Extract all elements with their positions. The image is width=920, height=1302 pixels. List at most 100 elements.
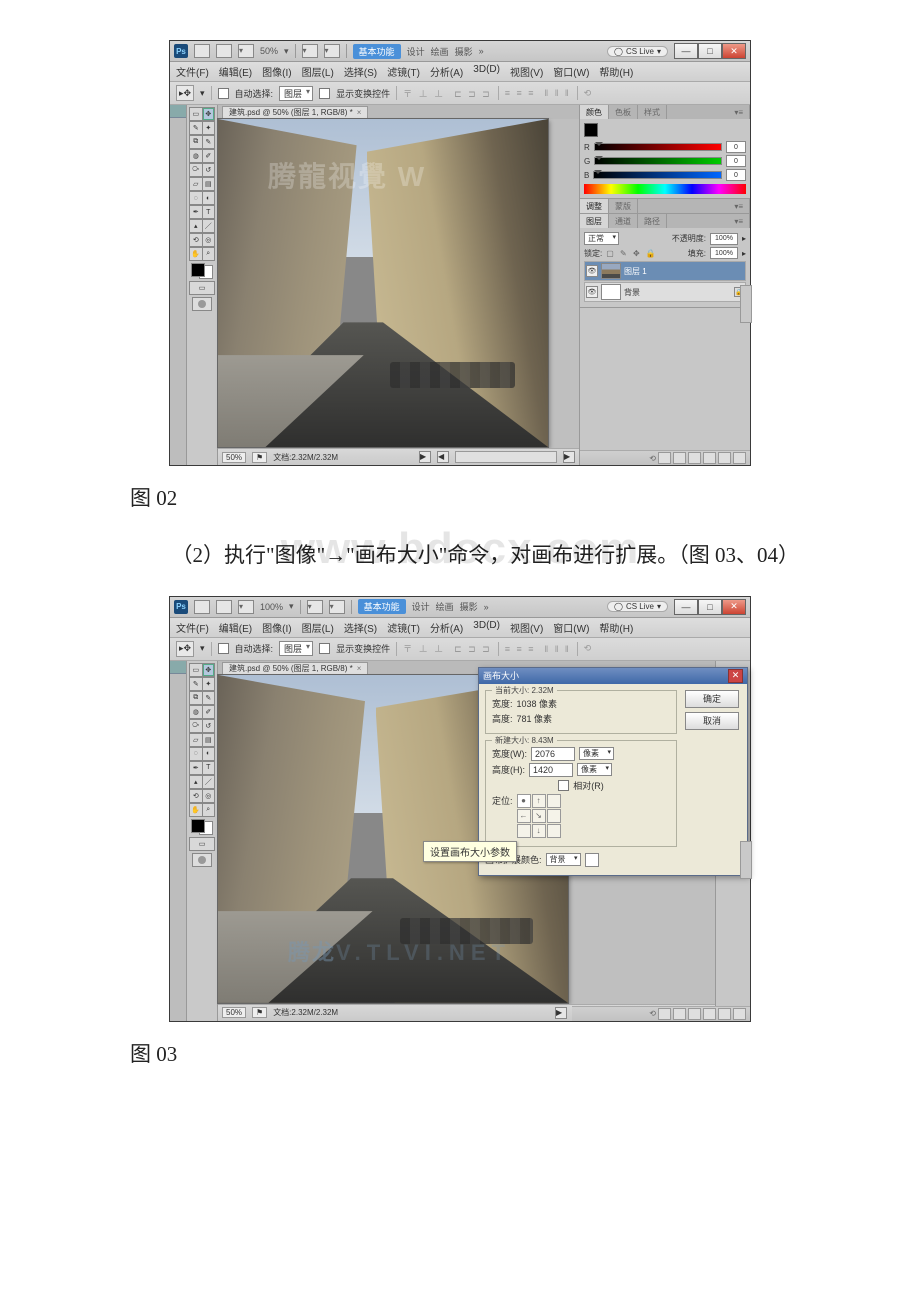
extension-color-swatch[interactable]	[585, 853, 599, 867]
status-flag-icon[interactable]: ⚑	[252, 1007, 267, 1018]
close-tab-icon[interactable]: ×	[357, 664, 362, 673]
tool-line[interactable]: ／	[203, 775, 216, 789]
tool-stamp[interactable]: ⧂	[189, 719, 203, 733]
tool-dodge[interactable]: ◐	[203, 191, 216, 205]
link-layers-icon[interactable]: ⟲	[649, 1009, 656, 1018]
menu-select[interactable]: 选择(S)	[344, 620, 377, 635]
status-play-icon[interactable]: ▶	[419, 451, 431, 463]
dialog-close-button[interactable]: ✕	[728, 669, 743, 683]
anchor-br[interactable]	[547, 824, 561, 838]
menu-3d[interactable]: 3D(D)	[473, 64, 500, 79]
menu-help[interactable]: 帮助(H)	[599, 64, 633, 79]
document-tab[interactable]: 建筑.psd @ 50% (图层 1, RGB/8) * ×	[222, 106, 368, 118]
extras-dropdown[interactable]	[329, 600, 345, 614]
tool-crop[interactable]: ⧉	[189, 691, 203, 705]
tool-lasso[interactable]: ✎	[189, 677, 203, 691]
menu-window[interactable]: 窗口(W)	[553, 64, 589, 79]
minibridge-icon[interactable]	[216, 44, 232, 58]
tool-3d-camera[interactable]: ◎	[203, 233, 216, 247]
tool-eraser[interactable]: ▱	[189, 733, 203, 747]
image-canvas[interactable]: 腾龍视覺 W	[218, 119, 548, 447]
tool-hand[interactable]: ✋	[189, 803, 203, 817]
screen-mode-dropdown[interactable]	[238, 44, 254, 58]
group-icon[interactable]	[703, 1008, 716, 1020]
tool-line[interactable]: ／	[203, 219, 216, 233]
height-unit-dropdown[interactable]: 像素	[577, 763, 612, 776]
anchor-grid[interactable]: ●↑ ←↘ ↓	[517, 794, 561, 838]
right-scrollbar[interactable]	[740, 285, 752, 323]
new-width-input[interactable]: 2076	[531, 747, 575, 761]
slider-b[interactable]	[593, 171, 722, 179]
fill-value[interactable]: 100%	[710, 247, 738, 259]
quick-mask-icon[interactable]	[192, 853, 212, 867]
opacity-value[interactable]: 100%	[710, 233, 738, 245]
anchor-c[interactable]: ↘	[532, 809, 546, 823]
collapsed-panel-dock[interactable]	[170, 661, 187, 1021]
menu-edit[interactable]: 编辑(E)	[219, 620, 252, 635]
color-swatches[interactable]	[191, 819, 213, 835]
link-layers-icon[interactable]: ⟲	[649, 454, 656, 463]
tab-channels[interactable]: 通道	[609, 214, 638, 228]
tool-stamp[interactable]: ⧂	[189, 163, 203, 177]
tool-brush[interactable]: ✐	[203, 149, 216, 163]
workspace-design[interactable]: 设计	[412, 600, 430, 613]
tool-marquee[interactable]: ▭	[189, 107, 203, 121]
menu-file[interactable]: 文件(F)	[176, 64, 209, 79]
status-zoom[interactable]: 50%	[222, 1007, 246, 1018]
workspace-essentials[interactable]: 基本功能	[353, 44, 401, 59]
workspace-painting[interactable]: 绘画	[431, 45, 449, 58]
menu-analysis[interactable]: 分析(A)	[430, 64, 463, 79]
screen-mode-dropdown[interactable]	[238, 600, 254, 614]
layer-name[interactable]: 图层 1	[624, 266, 647, 277]
current-tool-icon[interactable]: ▸✥	[176, 641, 194, 657]
tool-pen[interactable]: ✒	[189, 761, 203, 775]
slider-r[interactable]	[594, 143, 722, 151]
auto-select-dropdown[interactable]: 图层	[279, 86, 313, 101]
document-tab[interactable]: 建筑.psd @ 50% (图层 1, RGB/8) * ×	[222, 662, 368, 674]
workspace-photography[interactable]: 摄影	[455, 45, 473, 58]
cs-live-button[interactable]: CS Live▾	[607, 46, 668, 57]
tool-zoom[interactable]: ⌕	[203, 803, 216, 817]
panel-menu-icon[interactable]: ▾≡	[728, 214, 750, 228]
tool-path-select[interactable]: ▴	[189, 219, 203, 233]
status-docinfo[interactable]: 文档:2.32M/2.32M	[273, 1007, 338, 1018]
new-layer-icon[interactable]	[718, 1008, 731, 1020]
tool-history-brush[interactable]: ↺	[203, 163, 216, 177]
visibility-icon[interactable]: 👁	[586, 265, 598, 277]
tool-hand[interactable]: ✋	[189, 247, 203, 261]
tab-paths[interactable]: 路径	[638, 214, 667, 228]
value-b[interactable]: 0	[726, 169, 746, 181]
tool-path-select[interactable]: ▴	[189, 775, 203, 789]
menu-3d[interactable]: 3D(D)	[473, 620, 500, 635]
workspace-more[interactable]: »	[479, 46, 484, 56]
show-transform-checkbox[interactable]	[319, 643, 330, 654]
menu-filter[interactable]: 滤镜(T)	[387, 64, 420, 79]
tool-type[interactable]: T	[203, 761, 216, 775]
tool-3d[interactable]: ⟲	[189, 233, 203, 247]
anchor-b[interactable]: ↓	[532, 824, 546, 838]
menu-file[interactable]: 文件(F)	[176, 620, 209, 635]
menu-layer[interactable]: 图层(L)	[302, 64, 334, 79]
status-zoom[interactable]: 50%	[222, 452, 246, 463]
window-close-button[interactable]: ✕	[722, 43, 746, 59]
tool-move[interactable]: ✥	[203, 663, 216, 677]
fx-icon[interactable]	[658, 452, 671, 464]
minibridge-icon[interactable]	[216, 600, 232, 614]
group-icon[interactable]	[703, 452, 716, 464]
current-tool-icon[interactable]: ▸✥	[176, 85, 194, 101]
mask-icon[interactable]	[673, 452, 686, 464]
tool-lasso[interactable]: ✎	[189, 121, 203, 135]
tool-blur[interactable]: ◌	[189, 191, 203, 205]
anchor-t[interactable]: ↑	[532, 794, 546, 808]
tool-gradient[interactable]: ▤	[203, 177, 216, 191]
tab-color[interactable]: 颜色	[580, 105, 609, 119]
value-r[interactable]: 0	[726, 141, 746, 153]
window-close-button[interactable]: ✕	[722, 599, 746, 615]
tool-eyedropper[interactable]: ✎	[203, 691, 216, 705]
workspace-photography[interactable]: 摄影	[460, 600, 478, 613]
arrange-docs-dropdown[interactable]	[302, 44, 318, 58]
tab-styles[interactable]: 样式	[638, 105, 667, 119]
auto-select-checkbox[interactable]	[218, 88, 229, 99]
menu-view[interactable]: 视图(V)	[510, 64, 543, 79]
menu-select[interactable]: 选择(S)	[344, 64, 377, 79]
